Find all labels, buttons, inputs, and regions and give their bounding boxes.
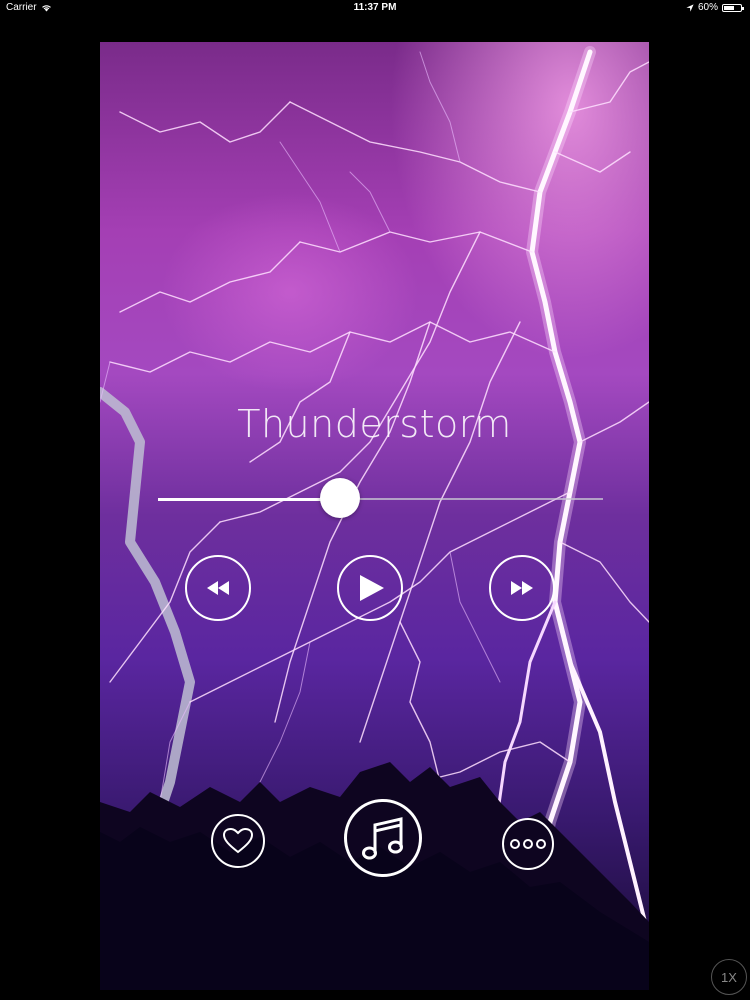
heart-icon <box>223 828 253 854</box>
status-right: 60% <box>686 2 744 13</box>
track-title: Thunderstorm <box>237 402 512 446</box>
battery-level-fill <box>724 5 734 10</box>
rewind-icon <box>207 581 229 595</box>
player-screen: Thunderstorm <box>100 42 649 990</box>
location-arrow-icon <box>686 3 694 12</box>
mixer-icon <box>510 839 546 849</box>
music-note-icon <box>362 817 403 860</box>
battery-percent: 60% <box>697 2 718 13</box>
progress-slider[interactable] <box>158 478 603 518</box>
battery-icon <box>722 3 744 12</box>
fast-forward-button[interactable] <box>489 555 555 621</box>
status-time: 11:37 PM <box>353 2 397 13</box>
fast-forward-icon <box>511 581 533 595</box>
play-button[interactable] <box>337 555 403 621</box>
favorite-button[interactable] <box>211 814 265 868</box>
status-bar: Carrier 11:37 PM 60% <box>0 0 750 16</box>
slider-fill <box>158 498 341 501</box>
mixer-button[interactable] <box>502 818 554 870</box>
zoom-badge[interactable]: 1X <box>711 959 747 995</box>
rewind-button[interactable] <box>185 555 251 621</box>
play-icon <box>360 575 384 601</box>
music-button[interactable] <box>344 799 422 877</box>
